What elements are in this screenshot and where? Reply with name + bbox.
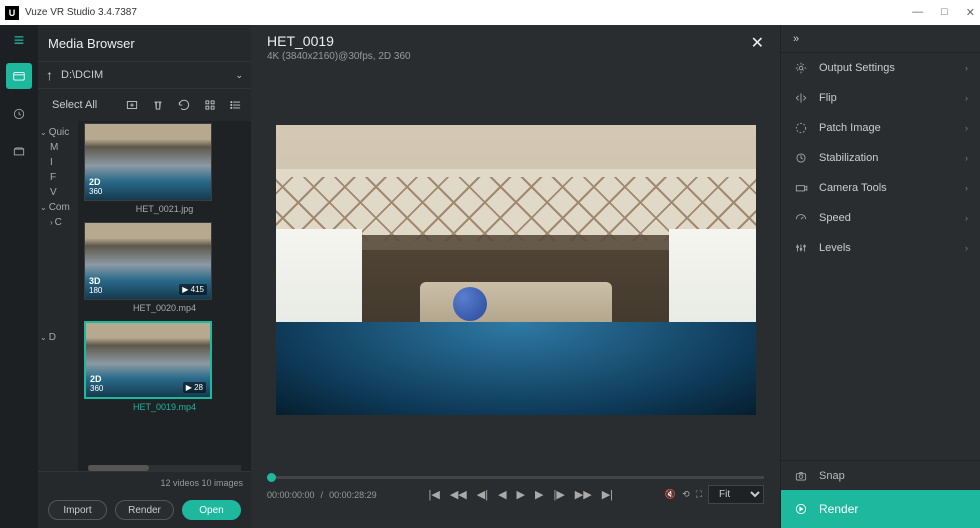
patch-image-item[interactable]: Patch Image›	[781, 113, 980, 143]
flip-icon	[793, 91, 809, 105]
gear-icon	[793, 61, 809, 75]
viewer-panel: HET_0019 4K (3840x2160)@30fps, 2D 360 ✕ …	[251, 25, 780, 528]
add-folder-icon[interactable]	[125, 98, 139, 112]
rail-storyboard[interactable]	[6, 139, 32, 165]
list-view-icon[interactable]	[229, 98, 243, 112]
right-panel: » Output Settings› Flip› Patch Image› St…	[780, 25, 980, 528]
minimize-button[interactable]: —	[912, 6, 923, 19]
media-subtitle: 4K (3840x2160)@30fps, 2D 360	[267, 51, 751, 62]
speed-icon	[793, 211, 809, 225]
media-browser: Media Browser ↑ D:\DCIM ⌄ Select All ⌄Qu…	[38, 25, 251, 528]
prev-frame-icon[interactable]: ◀	[498, 488, 506, 501]
chevron-down-icon[interactable]: ⌄	[235, 70, 243, 81]
refresh-icon[interactable]	[177, 98, 191, 112]
next-frame-icon[interactable]: ▶	[535, 488, 543, 501]
next-clip-icon[interactable]: ▶▶	[575, 488, 592, 501]
thumbnail[interactable]: 3D180▶ 415 HET_0020.mp4	[84, 222, 245, 313]
patch-icon	[793, 121, 809, 135]
app-icon: U	[5, 6, 19, 20]
mute-icon[interactable]: 🔇	[665, 489, 676, 500]
rail-timeline[interactable]	[6, 101, 32, 127]
camera-snap-icon	[793, 469, 809, 483]
fit-select[interactable]: Fit	[708, 485, 764, 504]
path-row: ↑ D:\DCIM ⌄	[38, 61, 251, 89]
rail-media-browser[interactable]	[6, 63, 32, 89]
import-button[interactable]: Import	[48, 500, 107, 520]
browser-status: 12 videos 10 images	[38, 471, 251, 494]
flip-item[interactable]: Flip›	[781, 83, 980, 113]
output-settings-item[interactable]: Output Settings›	[781, 53, 980, 83]
maximize-button[interactable]: □	[941, 6, 948, 19]
hamburger-icon[interactable]: ≡	[14, 30, 25, 51]
fullscreen-icon[interactable]: ⛶	[696, 489, 702, 500]
collapse-panel-icon[interactable]: »	[781, 25, 980, 53]
render-button[interactable]: Render	[115, 500, 174, 520]
open-button[interactable]: Open	[182, 500, 241, 520]
folder-tree[interactable]: ⌄Quic M I F V ⌄Com ›C ⌄D	[38, 121, 78, 471]
snap-button[interactable]: Snap	[781, 460, 980, 490]
horizontal-scrollbar[interactable]	[88, 465, 241, 471]
step-back-icon[interactable]: ◀|	[477, 488, 488, 501]
browser-toolbar: Select All	[38, 89, 251, 121]
stabilization-icon	[793, 151, 809, 165]
stabilization-item[interactable]: Stabilization›	[781, 143, 980, 173]
speed-item[interactable]: Speed›	[781, 203, 980, 233]
delete-icon[interactable]	[151, 98, 165, 112]
thumbnail-name: HET_0020.mp4	[84, 303, 245, 313]
grid-view-icon[interactable]	[203, 98, 217, 112]
render-icon	[793, 502, 809, 516]
play-icon[interactable]: ▶	[517, 488, 525, 501]
prev-clip-icon[interactable]: ◀◀	[450, 488, 467, 501]
render-main-button[interactable]: Render	[781, 490, 980, 528]
path-select[interactable]: D:\DCIM	[61, 69, 227, 81]
left-rail: ≡	[0, 25, 38, 528]
goto-start-icon[interactable]: |◀	[428, 488, 439, 501]
loop-icon[interactable]: ⟲	[682, 489, 690, 500]
select-all-button[interactable]: Select All	[52, 99, 97, 111]
thumbnails-pane[interactable]: 2D360 HET_0021.jpg 3D180▶ 415 HET_0020.m…	[78, 121, 251, 471]
thumbnail-name: HET_0019.mp4	[84, 402, 245, 412]
up-folder-icon[interactable]: ↑	[46, 67, 53, 83]
levels-item[interactable]: Levels›	[781, 233, 980, 263]
time-duration: 00:00:28:29	[329, 490, 377, 500]
camera-tools-item[interactable]: Camera Tools›	[781, 173, 980, 203]
browser-title: Media Browser	[38, 25, 251, 61]
seek-slider[interactable]	[267, 476, 764, 479]
thumbnail-name: HET_0021.jpg	[84, 204, 245, 214]
app-title: Vuze VR Studio 3.4.7387	[25, 7, 912, 18]
close-window-button[interactable]: ✕	[966, 6, 975, 19]
title-bar: U Vuze VR Studio 3.4.7387 — □ ✕	[0, 0, 980, 25]
camera-icon	[793, 181, 809, 195]
close-icon[interactable]: ✕	[751, 33, 764, 53]
thumbnail[interactable]: 2D360 HET_0021.jpg	[84, 123, 245, 214]
levels-icon	[793, 241, 809, 255]
media-title: HET_0019	[267, 33, 751, 49]
preview-image[interactable]	[276, 125, 756, 415]
step-fwd-icon[interactable]: |▶	[553, 488, 564, 501]
goto-end-icon[interactable]: ▶|	[602, 488, 613, 501]
time-current: 00:00:00:00	[267, 490, 315, 500]
thumbnail[interactable]: 2D360▶ 28 HET_0019.mp4	[84, 321, 245, 412]
